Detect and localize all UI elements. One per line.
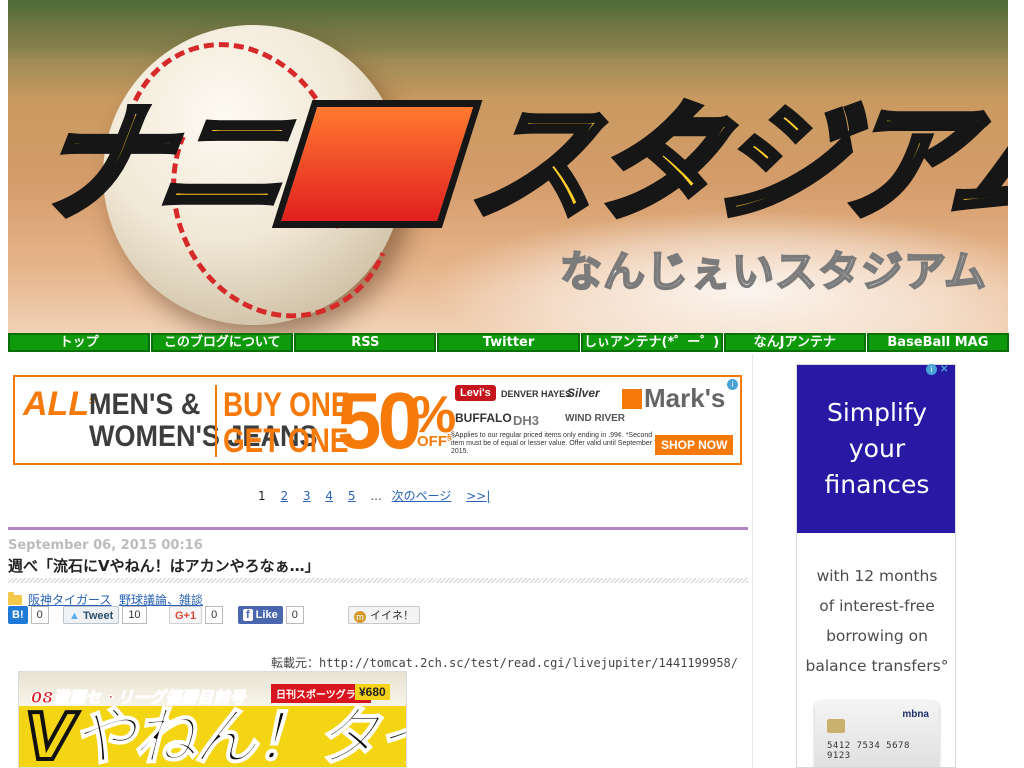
mixi-icon: m [354,611,366,623]
source-url[interactable]: 転載元：http://tomcat.2ch.sc/test/read.cgi/l… [271,654,738,671]
article-top-rule [8,527,748,530]
page: ナニ スタジアム なんじぇいスタジアム トップ このブログについて RSS Twi… [0,0,1024,768]
logo-text-left: ナニ [25,87,296,242]
mixi-check: m イイネ！ [348,606,420,624]
ad-banner[interactable]: ALL§ MEN'S & WOMEN'S JEANS BUY ONE GET O… [13,375,742,465]
ad-brand-logos: Levi's DENVER HAYES Silver BUFFALO DH3 W… [455,383,635,439]
mixi-iine-button[interactable]: m イイネ！ [348,606,420,624]
adchoices-icon[interactable]: i [727,379,738,390]
nav-item-about[interactable]: このブログについて [151,333,294,352]
sidebar-adchoices[interactable]: i ✕ [926,364,948,375]
page-link-3[interactable]: 3 [303,489,311,503]
sidebar-ad[interactable]: Simplify your finances with 12 months of… [796,364,956,768]
sidebar-divider [752,354,753,768]
logo-text-right: スタジアム [459,87,1008,242]
gplus-count: 0 [205,606,224,624]
nav-item-top[interactable]: トップ [8,333,151,352]
post-date: September 06, 2015 00:16 [8,538,203,553]
nav-item-twitter[interactable]: Twitter [437,333,580,352]
hatena-count: 0 [30,606,49,624]
gplus-button[interactable]: G+1 [169,606,203,624]
logo-j-box [271,100,483,228]
folder-icon [8,592,22,605]
ad-shop-now-button[interactable]: SHOP NOW [655,435,734,455]
ad-logo-silver: Silver [567,386,600,400]
ad-mens-womens: MEN'S & WOMEN'S JEANS [89,388,318,453]
facebook-like: f Like 0 [238,606,304,624]
ad-buy-one: BUY ONE GET ONE [223,386,350,460]
category-link-discussion[interactable]: 野球議論、雑談 [119,593,203,607]
card-brand: mbna [902,709,929,720]
ad-logo-levis: Levi's [455,385,496,401]
nav-item-nanj-antenna[interactable]: なんJアンテナ [723,333,866,352]
ad-logo-wind-river: WIND RIVER [565,413,625,424]
page-current: 1 [258,489,266,503]
ad-logo-denver-hayes: DENVER HAYES [501,389,572,399]
credit-card-image: mbna 5412 7534 5678 9123 [815,701,939,767]
magazine-headline-big: Vやねん！タイガース [23,699,406,768]
hatena-bookmark: B! 0 [8,606,49,624]
tweet: ▲ Tweet 10 [63,606,147,624]
post-title[interactable]: 週べ「流石にVやねん！はアカンやろなぁ…」 [8,555,320,576]
page-link-2[interactable]: 2 [280,489,288,503]
last-page-link[interactable]: >>| [466,489,490,503]
page-link-4[interactable]: 4 [325,489,333,503]
card-chip-icon [827,719,845,733]
ad-fine-print: §Applies to our regular priced items onl… [451,432,660,455]
card-number: 5412 7534 5678 9123 [827,741,910,761]
twitter-bird-icon: ▲ [69,610,80,622]
pagination: 1 2 3 4 5 ... 次のページ >>| [258,487,501,504]
ad-off-label: OFF§ [417,433,452,450]
google-plus: G+1 0 [169,606,224,624]
ad-store-marks: Mark's [622,383,725,414]
adchoices-info-icon[interactable]: i [926,364,937,375]
site-logo[interactable]: ナニ スタジアム [25,87,1008,242]
title-divider [8,578,748,583]
main-nav: トップ このブログについて RSS Twitter しぃアンテナ(*゜ー゜) な… [8,333,1009,352]
ad-logo-dh3: DH3 [513,413,540,428]
category-link-hanshin[interactable]: 阪神タイガース [28,593,111,607]
sidebar-ad-body: with 12 months of interest-free borrowin… [805,567,949,675]
ad-divider [215,385,217,457]
ad-brand-all: ALL§ [23,385,96,423]
site-subtitle: なんじぇいスタジアム [559,246,988,297]
hatena-bookmark-button[interactable]: B! [8,606,28,624]
tweet-button[interactable]: ▲ Tweet [63,606,120,624]
nav-item-shii-antenna[interactable]: しぃアンテナ(*゜ー゜) [580,333,723,352]
nav-item-rss[interactable]: RSS [294,333,437,352]
page-ellipsis: ... [370,489,382,503]
facebook-like-button[interactable]: f Like [238,606,283,624]
ad-close-icon[interactable]: ✕ [940,364,948,375]
site-header-banner[interactable]: ナニ スタジアム なんじぇいスタジアム [8,0,1008,333]
page-link-5[interactable]: 5 [348,489,356,503]
facebook-icon: f [243,609,253,621]
next-page-link[interactable]: 次のページ [392,489,452,503]
sidebar-ad-headline: Simplify your finances [824,398,930,499]
tweet-count: 10 [122,606,147,624]
nav-item-baseball-mag[interactable]: BaseBall MAG [866,333,1009,352]
ad-percent: 50 [337,376,422,465]
magazine-cover-image: 08激闘セ・リーグ優勝目前号 日刊スポーツグラフ ¥680 Vやねん！タイガース [18,671,407,768]
facebook-count: 0 [285,606,304,624]
ad-logo-buffalo: BUFFALO [455,411,512,425]
header-grass-bg [8,0,1008,60]
